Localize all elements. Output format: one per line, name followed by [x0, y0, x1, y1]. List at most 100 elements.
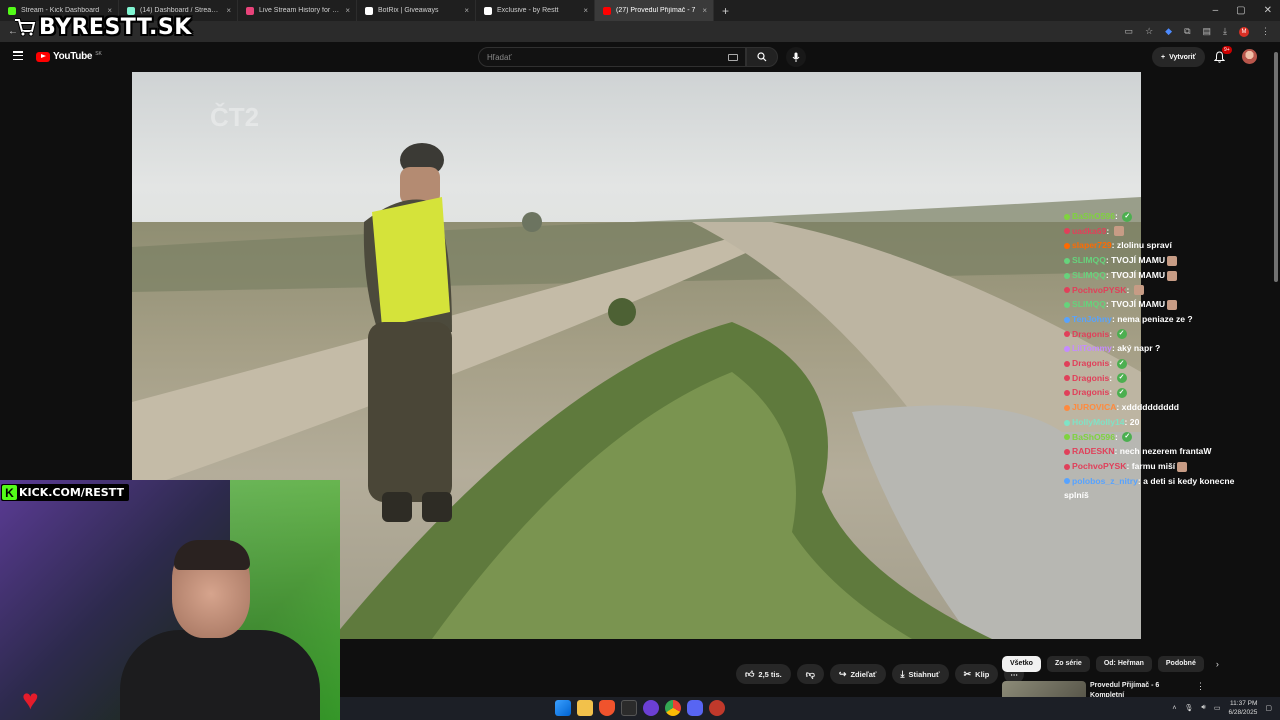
recommended-more-icon[interactable]: ⋮ — [1196, 681, 1205, 692]
cart-logo-icon — [15, 18, 36, 37]
bookmark-star-icon[interactable]: ☆ — [1145, 26, 1153, 37]
chat-badge-icon — [1064, 360, 1070, 367]
microphone-button[interactable] — [786, 47, 806, 67]
country-code: SK — [95, 50, 102, 57]
new-tab-button[interactable]: + — [722, 4, 729, 18]
chat-username: polobos_z_nitry — [1072, 475, 1138, 486]
search-input[interactable]: Hľadať — [478, 47, 746, 67]
chat-message: PochvoPYSK: farmu miší — [1064, 459, 1274, 474]
chat-username: PochvoPYSK — [1072, 460, 1127, 471]
share-button[interactable]: ↪ Zdieľať — [829, 664, 886, 684]
chat-message: TenJohny: nema peniaze ze ? — [1064, 312, 1274, 327]
windows-start-icon[interactable] — [555, 700, 571, 716]
tab-favicon-icon — [246, 6, 254, 15]
keyboard-icon[interactable] — [728, 54, 738, 61]
tab-close-icon[interactable]: × — [702, 6, 707, 15]
chat-badge-icon — [1064, 316, 1070, 323]
browser-tab[interactable]: BotRix | Giveaways × — [357, 0, 476, 21]
tab-label: Live Stream History for Blerp St — [259, 7, 341, 14]
create-button[interactable]: + Vytvoriť — [1152, 47, 1205, 67]
chat-message: SLIMQQ: TVOJÍ MAMU — [1064, 253, 1274, 268]
obs-icon[interactable] — [643, 700, 659, 716]
chat-username: RADESKN — [1072, 446, 1115, 457]
chat-badge-icon — [1064, 257, 1070, 264]
close-window-icon[interactable]: ✕ — [1264, 5, 1272, 16]
check-emote-icon: ✓ — [1116, 388, 1127, 399]
tab-favicon-icon — [365, 6, 373, 15]
profile-avatar[interactable]: M — [1239, 26, 1249, 37]
discord-icon[interactable] — [687, 700, 703, 716]
related-filter-chips: Všetko Zo série Od: Heřman Podobné › — [1002, 655, 1219, 672]
chat-message: Dragonis: ✓ — [1064, 327, 1274, 342]
terminal-icon[interactable] — [621, 700, 637, 716]
chat-message: BaShO596: ✓ — [1064, 209, 1274, 224]
microphone-tray-icon[interactable]: 🎙︎ — [1185, 704, 1194, 712]
filter-chip[interactable]: Zo série — [1046, 655, 1090, 672]
chat-username: JUROVICA — [1072, 402, 1117, 413]
hamburger-menu-icon[interactable] — [13, 51, 23, 60]
chips-next-arrow-icon[interactable]: › — [1216, 659, 1219, 669]
brave-browser-icon[interactable] — [599, 700, 615, 716]
heart-icon: ♥ — [22, 684, 39, 715]
chat-badge-icon — [1064, 434, 1070, 441]
download-button[interactable]: ⤓ Stiahnuť — [891, 664, 949, 684]
dislike-button[interactable]: 👎︎ — [796, 664, 824, 684]
tab-favicon-icon — [484, 6, 492, 15]
webcam-overlay — [0, 480, 340, 720]
browser-tab[interactable]: (27) Provedul Přijímač - 7 × — [595, 0, 714, 21]
check-emote-icon: ✓ — [1116, 358, 1127, 369]
page-scrollbar[interactable] — [1273, 42, 1280, 720]
puzzle-icon[interactable]: ⧉ — [1184, 26, 1190, 37]
tray-chevron-icon[interactable]: ˄ — [1172, 705, 1176, 712]
minimize-icon[interactable]: – — [1213, 5, 1219, 16]
chat-message: Dragonis: ✓ — [1064, 356, 1274, 371]
streamer-body — [120, 630, 320, 720]
filter-chip[interactable]: Podobné — [1157, 655, 1204, 672]
chat-badge-icon — [1064, 346, 1070, 353]
share-label: Zdieľať — [850, 669, 877, 679]
download-label: Stiahnuť — [908, 669, 940, 679]
sidepanel-icon[interactable]: ▤ — [1203, 26, 1212, 37]
speaker-icon[interactable]: 🔊︎ — [1201, 704, 1205, 712]
cast-icon[interactable]: ▭ — [1125, 26, 1134, 37]
chrome-icon[interactable] — [665, 700, 681, 716]
kick-url-text: KICK.COM/RESTT — [19, 486, 124, 499]
maximize-icon[interactable]: ▢ — [1236, 5, 1245, 16]
chat-username: HollyMolly14 — [1072, 416, 1125, 427]
system-tray: ˄ 🎙︎ 🔊︎ ▭ 11:37 PM 6/28/2025 ▢ — [1172, 699, 1272, 717]
streamer-hair — [174, 540, 250, 570]
tab-close-icon[interactable]: × — [345, 6, 350, 15]
browser-tab[interactable]: Live Stream History for Blerp St × — [238, 0, 357, 21]
tab-favicon-icon — [603, 6, 611, 15]
network-icon[interactable]: ▭ — [1214, 704, 1221, 712]
chat-separator: : — [1106, 225, 1112, 236]
app-icon[interactable] — [709, 700, 725, 716]
download-icon[interactable]: ⤓ — [1223, 26, 1227, 37]
browser-menu-icon[interactable]: ⋮ — [1261, 26, 1270, 37]
tab-close-icon[interactable]: × — [226, 6, 231, 15]
create-label: Vytvoriť — [1169, 53, 1196, 61]
tab-close-icon[interactable]: × — [583, 6, 588, 15]
file-explorer-icon[interactable] — [577, 700, 593, 716]
clock[interactable]: 11:37 PM 6/28/2025 — [1228, 699, 1257, 717]
chat-message: JUROVICA: xdddddddddd — [1064, 400, 1274, 415]
browser-tab[interactable]: Exclusive - by Restt × — [476, 0, 595, 21]
clip-button[interactable]: ✂ Klip — [954, 664, 999, 684]
chat-badge-icon — [1064, 272, 1070, 279]
search-button[interactable] — [746, 47, 778, 67]
filter-chip[interactable]: Od: Heřman — [1095, 655, 1152, 672]
share-arrow-icon: ↪ — [838, 668, 847, 679]
like-button[interactable]: 👍︎ 2,5 tis. — [736, 664, 791, 684]
scrollbar-thumb[interactable] — [1274, 52, 1278, 282]
notification-center-icon[interactable]: ▢ — [1265, 704, 1272, 712]
chat-message: Dragonis: ✓ — [1064, 385, 1274, 400]
youtube-logo[interactable]: YouTube SK — [36, 51, 102, 62]
chat-badge-icon — [1064, 404, 1070, 411]
chat-username: BaShO596 — [1072, 431, 1115, 442]
extension-icon[interactable]: ◆ — [1165, 26, 1172, 37]
filter-chip[interactable]: Všetko — [1002, 655, 1041, 672]
stream-chat-overlay: BaShO596: ✓ uadka69: slaper729: zlolinu s… — [1064, 209, 1274, 503]
tab-close-icon[interactable]: × — [464, 6, 469, 15]
check-emote-icon: ✓ — [1116, 329, 1127, 340]
account-avatar[interactable] — [1242, 49, 1257, 64]
